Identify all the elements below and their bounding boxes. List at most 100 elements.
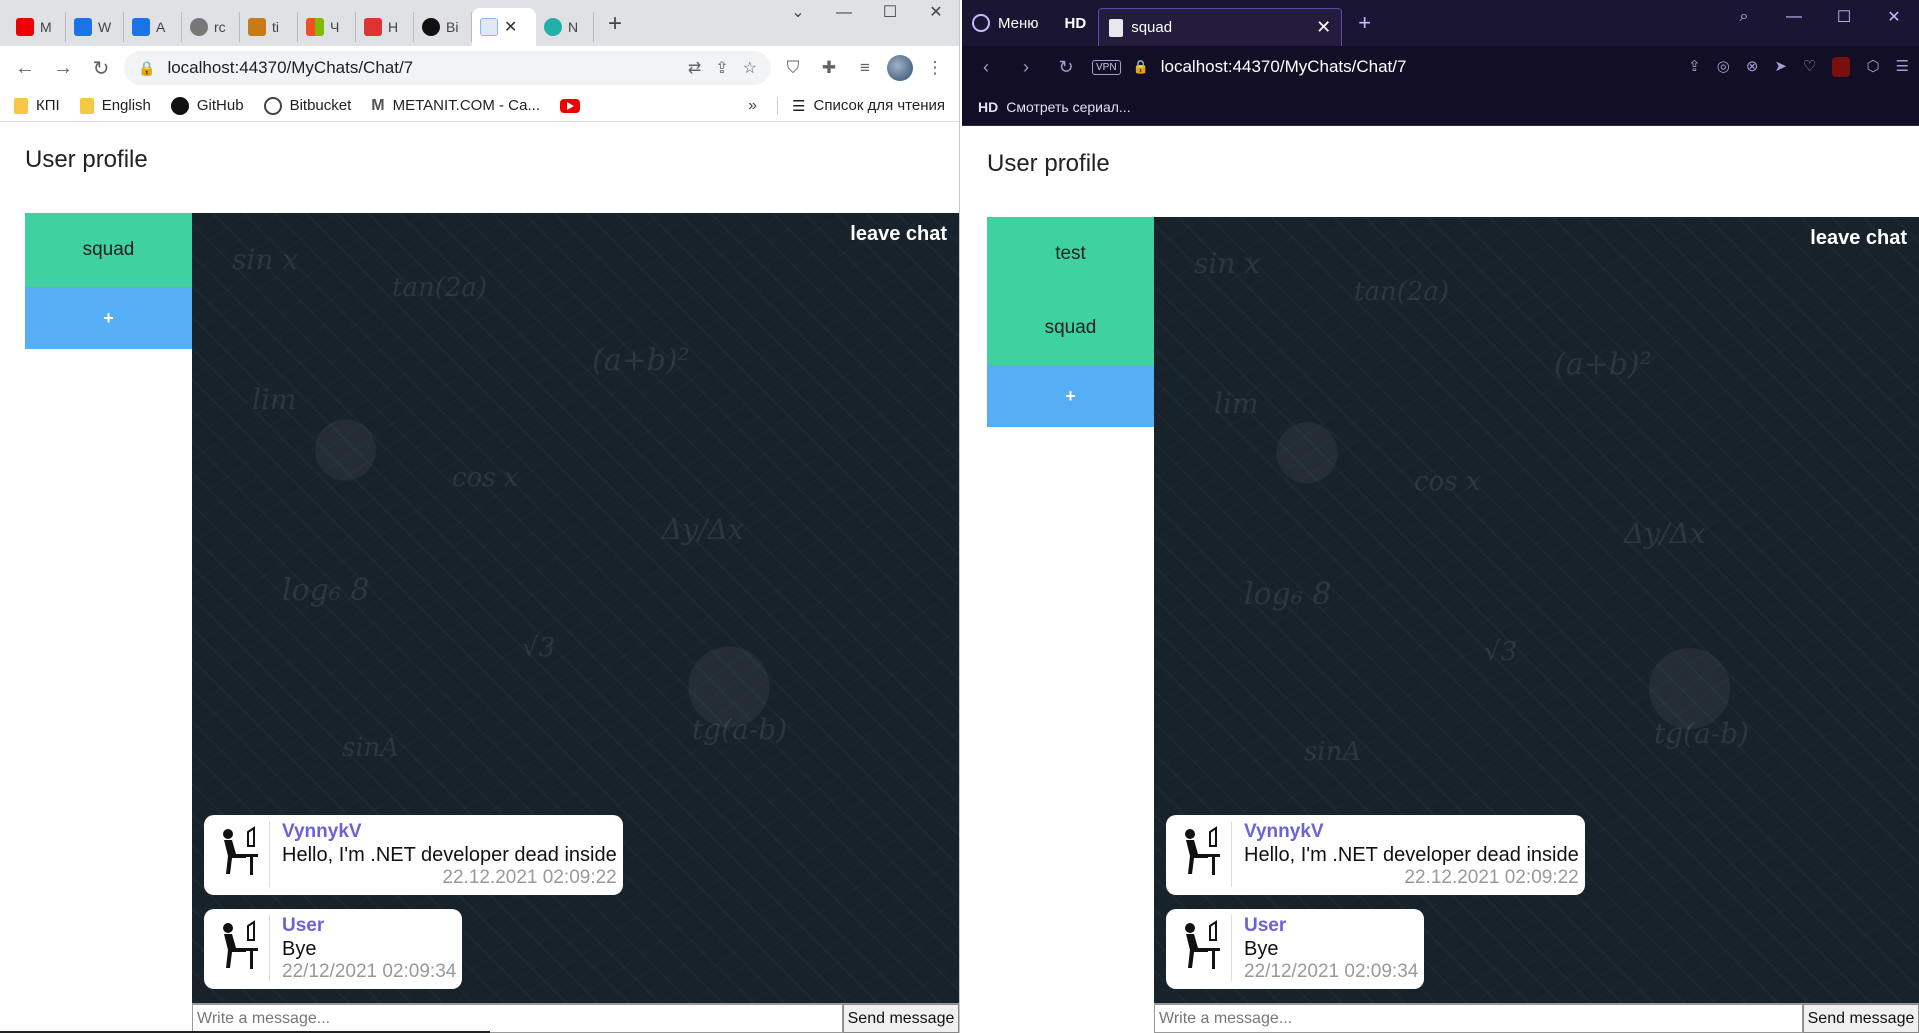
user-avatar [1174, 915, 1232, 981]
message-input[interactable] [1154, 1004, 1803, 1033]
message-author[interactable]: VynnykV [282, 821, 617, 843]
metanit-icon [544, 18, 562, 36]
opera-window: Меню HD squad ✕ + ⌕ — ☐ ✕ ‹ › ↻ VPN 🔒 lo… [962, 0, 1919, 1033]
user-avatar [1174, 821, 1232, 887]
ublock-icon[interactable]: ⛉ [779, 58, 807, 78]
close-tab-icon[interactable]: ✕ [1316, 17, 1331, 38]
bookmark-kpi[interactable]: КПІ [14, 97, 60, 114]
add-chat-button[interactable]: + [987, 365, 1154, 427]
chat-item-squad[interactable]: squad [25, 213, 192, 287]
new-tab-icon[interactable]: + [608, 10, 622, 38]
chat-item-test[interactable]: test [987, 217, 1154, 291]
reload-icon[interactable]: ↻ [1052, 57, 1080, 78]
search-icon[interactable]: ⌕ [1719, 8, 1769, 26]
message-author[interactable]: User [1244, 915, 1418, 937]
send-message-button[interactable]: Send message [1803, 1004, 1919, 1033]
bookmarks-bar: КПІ English GitHub Bitbucket M METANIT.CO… [0, 90, 959, 122]
chat-window: sin x tan(2a) (a+b)² lim cos x Δy/Δx log… [192, 213, 959, 1003]
reload-icon[interactable]: ↻ [86, 56, 116, 81]
message-author[interactable]: User [282, 915, 456, 937]
bookmarks-more-icon[interactable]: » [748, 97, 757, 115]
doodle-math: log₆ 8 [282, 573, 370, 608]
reading-list-icon: ☰ [792, 97, 806, 115]
tab-10[interactable]: N [536, 12, 594, 42]
doodle-math: (a+b)² [592, 343, 690, 378]
address-bar[interactable]: 🔒 localhost:44370/MyChats/Chat/7 ⇄ ⇪ ☆ [124, 51, 771, 85]
message-author[interactable]: VynnykV [1244, 821, 1579, 843]
url-text[interactable]: localhost:44370/MyChats/Chat/7 [1161, 57, 1407, 77]
menu-icon[interactable]: ⋮ [921, 58, 949, 78]
extensions-icon[interactable]: ✚ [815, 58, 843, 78]
reading-list-button[interactable]: ☰ Список для чтения [777, 96, 945, 115]
settings-icon[interactable]: ☰ [1896, 57, 1909, 77]
tab-8[interactable]: Bi [414, 12, 472, 42]
chat-item-squad[interactable]: squad [987, 291, 1154, 365]
send-message-button[interactable]: Send message [843, 1004, 959, 1033]
block-icon[interactable]: ⊗ [1746, 57, 1759, 77]
close-tab-icon[interactable]: ✕ [504, 17, 517, 37]
globe-icon [190, 18, 208, 36]
tab-2[interactable]: W [66, 12, 124, 42]
new-tab-icon[interactable]: + [1342, 10, 1387, 36]
leave-chat-button[interactable]: leave chat [1810, 227, 1907, 250]
metanit-icon: M [371, 96, 385, 114]
hd-tab[interactable]: HD [1053, 15, 1099, 32]
lock-icon[interactable]: 🔒 [1133, 59, 1149, 75]
tab-search-icon[interactable]: ⌄ [775, 0, 821, 28]
bookmark-series[interactable]: Смотреть сериал... [1006, 99, 1130, 115]
bookmark-bitbucket[interactable]: Bitbucket [263, 96, 351, 115]
tab-1[interactable]: M [8, 12, 66, 42]
folder-icon [14, 97, 28, 114]
share-icon[interactable]: ⇪ [1688, 57, 1701, 77]
bookmark-youtube[interactable] [560, 98, 581, 113]
message-input[interactable] [192, 1004, 843, 1033]
page-icon [1109, 18, 1124, 37]
ublock-icon[interactable] [1832, 57, 1851, 77]
opera-menu-button[interactable]: Меню [962, 14, 1053, 32]
back-icon[interactable]: ‹ [972, 57, 1000, 78]
add-chat-button[interactable]: + [25, 287, 192, 349]
forward-icon[interactable]: → [48, 57, 78, 80]
tab-5[interactable]: ti [240, 12, 298, 42]
close-icon[interactable]: ✕ [1869, 7, 1919, 27]
hd-bookmark-icon: HD [978, 98, 999, 115]
camera-icon[interactable]: ◎ [1717, 57, 1730, 77]
tab-active[interactable]: squad ✕ [1098, 8, 1343, 46]
share-icon[interactable]: ⇪ [715, 58, 728, 78]
maximize-icon[interactable]: ☐ [867, 0, 913, 28]
star-icon[interactable]: ☆ [743, 58, 757, 78]
forward-icon[interactable]: › [1012, 57, 1040, 78]
doodle-math: log₆ 8 [1244, 577, 1332, 612]
media-icon[interactable]: ≡ [851, 58, 879, 78]
youtube-icon [16, 18, 34, 36]
tab-7[interactable]: Н [356, 12, 414, 42]
globe-icon [263, 96, 282, 115]
translate-icon[interactable]: ⇄ [688, 58, 701, 78]
window-controls: ⌕ — ☐ ✕ [1719, 0, 1919, 34]
minimize-icon[interactable]: — [821, 0, 867, 28]
heart-icon[interactable]: ♡ [1803, 57, 1816, 77]
back-icon[interactable]: ← [10, 57, 40, 80]
url-text: localhost:44370/MyChats/Chat/7 [167, 58, 414, 77]
minimize-icon[interactable]: — [1769, 8, 1819, 26]
close-icon[interactable]: ✕ [913, 0, 959, 28]
tab-4[interactable]: rc [182, 12, 240, 42]
lock-icon[interactable]: 🔒 [138, 60, 155, 77]
message-timestamp: 22/12/2021 02:09:34 [282, 961, 457, 982]
send-icon[interactable]: ➤ [1774, 57, 1787, 77]
doodle-math: tan(2a) [1354, 277, 1450, 307]
profile-avatar[interactable] [887, 55, 913, 81]
message-item: VynnykV Hello, I'm .NET developer dead i… [204, 815, 623, 895]
tab-6[interactable]: Ч [298, 12, 356, 42]
tab-3[interactable]: A [124, 12, 182, 42]
message-body: VynnykV Hello, I'm .NET developer dead i… [1244, 821, 1579, 889]
leave-chat-button[interactable]: leave chat [850, 223, 947, 246]
maximize-icon[interactable]: ☐ [1819, 7, 1869, 27]
vpn-badge[interactable]: VPN [1092, 59, 1121, 75]
doodle-math: lim [252, 383, 297, 416]
bookmark-metanit[interactable]: M METANIT.COM - Са... [371, 97, 540, 115]
bookmark-english[interactable]: English [79, 97, 151, 114]
cube-icon[interactable]: ⬡ [1866, 57, 1879, 77]
tab-active[interactable]: ✕ [472, 8, 536, 46]
bookmark-github[interactable]: GitHub [170, 96, 244, 115]
